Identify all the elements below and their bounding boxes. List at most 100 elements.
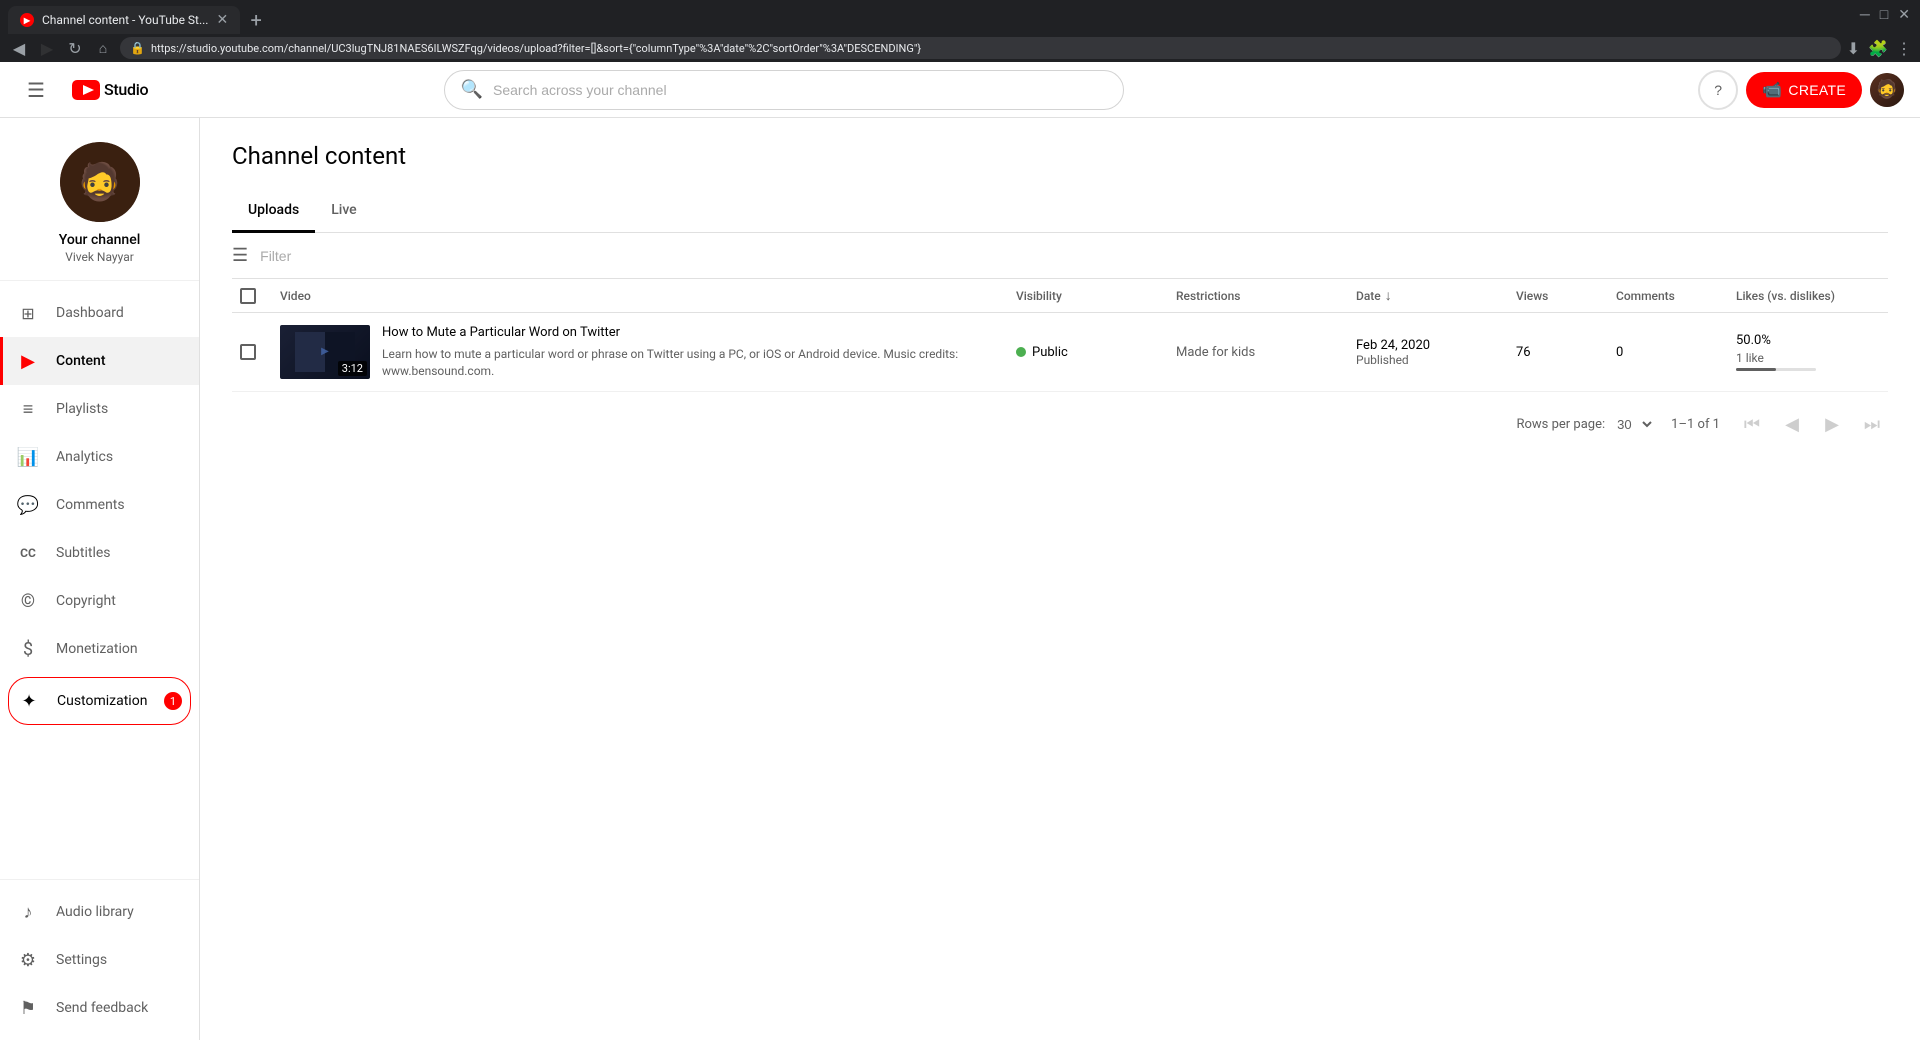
content-area: Channel content Uploads Live ☰ [200, 118, 1920, 1040]
studio-logo[interactable]: Studio [72, 80, 148, 100]
sidebar-item-send-feedback[interactable]: ⚑ Send feedback [0, 984, 199, 1032]
td-date: Feb 24, 2020 Published [1348, 338, 1508, 367]
th-likes: Likes (vs. dislikes) [1728, 289, 1888, 303]
hamburger-menu-button[interactable]: ☰ [16, 70, 56, 110]
avatar-image: 🧔 [1870, 73, 1904, 107]
video-duration: 3:12 [338, 361, 367, 376]
rows-per-page-select[interactable]: 30 50 100 [1613, 416, 1655, 433]
create-video-icon: 📹 [1762, 80, 1782, 100]
sidebar-item-label: Copyright [56, 593, 116, 609]
sidebar-item-label: Comments [56, 497, 125, 513]
video-description: Learn how to mute a particular word or p… [382, 346, 1000, 380]
table-header: Video Visibility Restrictions Date ↓ Vie… [232, 279, 1888, 313]
th-select[interactable] [232, 288, 272, 304]
th-video: Video [272, 289, 1008, 303]
sidebar-item-label: Send feedback [56, 1000, 148, 1016]
content-icon: ▶ [16, 351, 40, 372]
last-page-button[interactable]: ⏭ [1856, 408, 1888, 440]
table-row: ▶ 3:12 How to Mute a Particular Word on … [232, 313, 1888, 392]
topbar-actions: ? 📹 CREATE 🧔 [1698, 70, 1904, 110]
reload-button[interactable]: ↻ [64, 37, 86, 59]
home-button[interactable]: ⌂ [92, 37, 114, 59]
monetization-icon: $ [16, 639, 40, 660]
address-bar[interactable]: 🔒 https://studio.youtube.com/channel/UC3… [120, 37, 1841, 59]
td-video: ▶ 3:12 How to Mute a Particular Word on … [272, 325, 1008, 379]
date-status: Published [1356, 353, 1500, 367]
minimize-icon[interactable]: ─ [1860, 6, 1870, 23]
sidebar-item-label: Audio library [56, 904, 134, 920]
channel-profile[interactable]: 🧔 Your channel Vivek Nayyar [0, 118, 199, 281]
browser-tab[interactable]: ▶ Channel content - YouTube St... ✕ [8, 6, 240, 34]
more-menu-icon[interactable]: ⋮ [1896, 39, 1912, 58]
feedback-icon: ⚑ [16, 998, 40, 1019]
sidebar-item-analytics[interactable]: 📊 Analytics [0, 433, 199, 481]
tab-live[interactable]: Live [315, 190, 372, 233]
sidebar-item-label: Analytics [56, 449, 113, 465]
subtitles-icon: CC [16, 546, 40, 560]
filter-icon[interactable]: ☰ [232, 245, 248, 266]
sidebar-item-customization[interactable]: ✦ Customization 1 [8, 677, 191, 725]
tab-close-icon[interactable]: ✕ [216, 12, 228, 28]
user-avatar-button[interactable]: 🧔 [1870, 73, 1904, 107]
tabs-container: Uploads Live [232, 190, 1888, 233]
likes-sub-label: 1 like [1736, 351, 1880, 365]
sidebar-item-content[interactable]: ▶ Content [0, 337, 199, 385]
date-value: Feb 24, 2020 [1356, 338, 1500, 353]
th-date[interactable]: Date ↓ [1348, 287, 1508, 304]
tab-uploads[interactable]: Uploads [232, 190, 315, 233]
td-likes: 50.0% 1 like [1728, 333, 1888, 371]
sidebar-item-audio-library[interactable]: ♪ Audio library [0, 888, 199, 936]
close-icon[interactable]: ✕ [1898, 7, 1910, 23]
sidebar-item-monetization[interactable]: $ Monetization [0, 625, 199, 673]
search-input[interactable] [493, 82, 1107, 98]
studio-text: Studio [104, 80, 148, 99]
copyright-icon: © [16, 591, 40, 612]
sidebar-item-copyright[interactable]: © Copyright [0, 577, 199, 625]
forward-button[interactable]: ▶ [36, 37, 58, 59]
filter-input[interactable] [260, 248, 1888, 264]
window-controls: ─ □ ✕ [1860, 6, 1910, 23]
new-tab-button[interactable]: + [242, 6, 270, 34]
sidebar-item-settings[interactable]: ⚙ Settings [0, 936, 199, 984]
pagination: Rows per page: 30 50 100 1–1 of 1 ⏮ ◀ ▶ … [232, 392, 1888, 456]
audio-library-icon: ♪ [16, 902, 40, 923]
create-label: CREATE [1788, 82, 1846, 98]
table-container: Video Visibility Restrictions Date ↓ Vie… [232, 279, 1888, 392]
first-page-button[interactable]: ⏮ [1736, 408, 1768, 440]
create-button[interactable]: 📹 CREATE [1746, 72, 1862, 108]
back-button[interactable]: ◀ [8, 37, 30, 59]
dashboard-icon: ⊞ [16, 304, 40, 323]
sidebar-item-comments[interactable]: 💬 Comments [0, 481, 199, 529]
th-views: Views [1508, 289, 1608, 303]
video-info: How to Mute a Particular Word on Twitter… [382, 325, 1000, 379]
rows-per-page-label: Rows per page: [1516, 417, 1605, 432]
channel-name: Your channel [59, 232, 141, 248]
visibility-dot [1016, 347, 1026, 357]
th-restrictions: Restrictions [1168, 289, 1348, 303]
sidebar-item-playlists[interactable]: ≡ Playlists [0, 385, 199, 433]
video-thumbnail[interactable]: ▶ 3:12 [280, 325, 370, 379]
tab-favicon: ▶ [20, 13, 34, 27]
sidebar-item-subtitles[interactable]: CC Subtitles [0, 529, 199, 577]
youtube-icon [72, 80, 100, 100]
sidebar-item-label: Playlists [56, 401, 108, 417]
td-select[interactable] [232, 344, 272, 360]
next-page-button[interactable]: ▶ [1816, 408, 1848, 440]
downloads-icon[interactable]: ⬇ [1847, 39, 1860, 58]
help-button[interactable]: ? [1698, 70, 1738, 110]
extensions-icon[interactable]: 🧩 [1868, 39, 1888, 58]
settings-icon: ⚙ [16, 950, 40, 971]
sort-icon: ↓ [1385, 287, 1392, 304]
td-comments: 0 [1608, 345, 1728, 360]
prev-page-button[interactable]: ◀ [1776, 408, 1808, 440]
td-restrictions: Made for kids [1168, 345, 1348, 360]
sidebar-bottom: ♪ Audio library ⚙ Settings ⚑ Send feedba… [0, 879, 199, 1040]
maximize-icon[interactable]: □ [1880, 6, 1888, 23]
sidebar-item-label: Subtitles [56, 545, 111, 561]
likes-bar-fill [1736, 368, 1776, 371]
video-title[interactable]: How to Mute a Particular Word on Twitter [382, 325, 1000, 342]
search-icon: 🔍 [461, 79, 483, 100]
topbar: ☰ Studio 🔍 ? 📹 CREATE 🧔 [0, 62, 1920, 118]
td-views: 76 [1508, 345, 1608, 360]
sidebar-item-dashboard[interactable]: ⊞ Dashboard [0, 289, 199, 337]
